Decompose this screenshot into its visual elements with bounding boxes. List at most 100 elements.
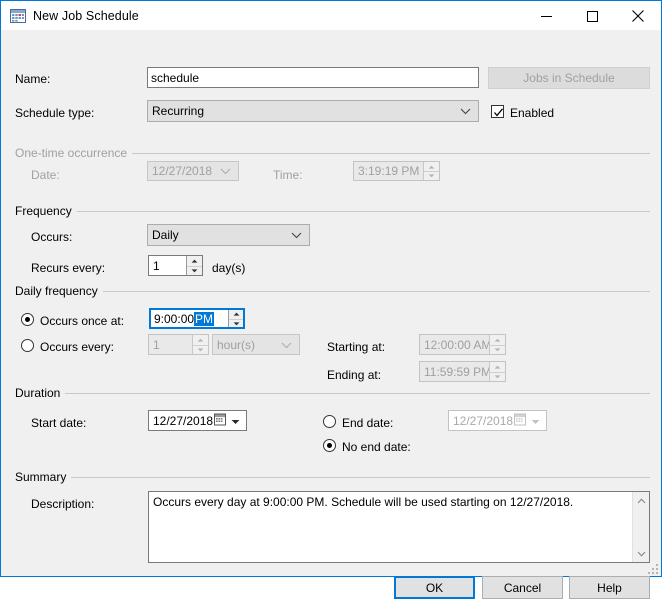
frequency-divider [15, 211, 650, 212]
end-date-radio[interactable] [323, 415, 336, 428]
ok-label: OK [426, 581, 443, 595]
enabled-checkbox[interactable] [491, 105, 504, 118]
schedule-calendar-icon [10, 8, 26, 24]
recurs-every-input[interactable]: 1 [148, 255, 203, 276]
scroll-down-icon[interactable] [633, 545, 650, 562]
spinner-up-icon[interactable] [490, 362, 505, 372]
chevron-down-icon[interactable] [231, 414, 240, 428]
help-label: Help [597, 581, 622, 595]
frequency-group-label: Frequency [15, 204, 77, 218]
enabled-label[interactable]: Enabled [510, 106, 554, 120]
one-time-time-spinner[interactable] [423, 162, 439, 180]
duration-divider [15, 393, 650, 394]
radio-dot [327, 443, 332, 448]
occurs-value: Daily [152, 228, 179, 242]
occurs-every-unit-value: hour(s) [217, 338, 255, 352]
title-bar[interactable]: New Job Schedule [1, 0, 661, 30]
no-end-date-label[interactable]: No end date: [342, 440, 411, 454]
chevron-down-icon[interactable] [531, 414, 540, 428]
one-time-occurrence-group-label: One-time occurrence [15, 146, 132, 160]
resize-grip[interactable] [646, 562, 658, 574]
occurs-select[interactable]: Daily [147, 224, 310, 246]
window-title: New Job Schedule [33, 9, 139, 23]
name-input-value: schedule [151, 72, 199, 84]
start-date-label: Start date: [31, 416, 86, 430]
time-meridiem-selection: PM [194, 312, 214, 326]
schedule-type-label: Schedule type: [15, 106, 94, 120]
occurs-every-radio[interactable] [21, 339, 34, 352]
ok-button[interactable]: OK [394, 576, 475, 599]
recurs-every-spinner[interactable] [186, 256, 202, 275]
schedule-type-select[interactable]: Recurring [147, 100, 479, 122]
new-job-schedule-dialog: New Job Schedule Name: schedule Jobs in … [0, 0, 662, 577]
occurs-once-at-time-input[interactable]: 9:00:00 PM [149, 308, 245, 329]
chevron-down-icon [220, 164, 231, 178]
start-date-value: 12/27/2018 [153, 414, 213, 428]
ending-at-value: 11:59:59 PM [420, 362, 489, 381]
starting-at-value: 12:00:00 AM [420, 335, 489, 354]
daily-frequency-divider [15, 291, 650, 292]
scroll-up-icon[interactable] [633, 492, 650, 509]
start-date-input[interactable]: 12/27/2018 [148, 410, 247, 431]
one-time-time-label: Time: [273, 168, 303, 182]
description-textarea[interactable]: Occurs every day at 9:00:00 PM. Schedule… [148, 491, 650, 563]
occurs-once-at-radio[interactable] [21, 313, 34, 326]
description-label: Description: [31, 497, 94, 511]
summary-divider [15, 477, 650, 478]
spinner-down-icon[interactable] [490, 345, 505, 355]
spinner-up-icon[interactable] [424, 162, 439, 171]
one-time-time-input[interactable]: 3:19:19 PM [353, 161, 440, 181]
spinner-up-icon[interactable] [490, 335, 505, 345]
maximize-icon[interactable] [569, 1, 615, 31]
spinner-down-icon[interactable] [193, 345, 208, 355]
cancel-button[interactable]: Cancel [482, 576, 563, 599]
occurs-every-interval-value: 1 [149, 335, 192, 354]
spinner-down-icon[interactable] [229, 319, 244, 329]
jobs-in-schedule-button[interactable]: Jobs in Schedule [488, 67, 650, 89]
chevron-down-icon [291, 228, 302, 242]
dialog-body: Name: schedule Jobs in Schedule Schedule… [1, 30, 661, 576]
minimize-icon[interactable] [523, 1, 569, 31]
spinner-down-icon[interactable] [187, 266, 202, 276]
ending-at-input[interactable]: 11:59:59 PM [419, 361, 506, 382]
occurs-label: Occurs: [31, 230, 72, 244]
one-time-date-input[interactable]: 12/27/2018 [147, 161, 239, 181]
spinner-down-icon[interactable] [490, 372, 505, 382]
occurs-every-spinner[interactable] [192, 335, 208, 354]
end-date-value: 12/27/2018 [453, 414, 513, 428]
name-input[interactable]: schedule [147, 67, 479, 88]
caption-buttons [523, 1, 661, 31]
daily-frequency-group-label: Daily frequency [15, 284, 103, 298]
spinner-up-icon[interactable] [229, 309, 244, 319]
spinner-down-icon[interactable] [424, 171, 439, 180]
recurs-every-value: 1 [149, 256, 186, 275]
starting-at-input[interactable]: 12:00:00 AM [419, 334, 506, 355]
one-time-time-value: 3:19:19 PM [354, 162, 423, 180]
end-date-label[interactable]: End date: [342, 416, 393, 430]
jobs-in-schedule-label: Jobs in Schedule [523, 71, 614, 85]
chevron-down-icon [281, 338, 292, 352]
radio-dot [25, 317, 30, 322]
end-date-input[interactable]: 12/27/2018 [448, 410, 547, 431]
ending-at-spinner[interactable] [489, 362, 505, 381]
occurs-every-interval-input[interactable]: 1 [148, 334, 209, 355]
calendar-icon [514, 413, 526, 428]
occurs-once-at-spinner[interactable] [228, 309, 244, 328]
spinner-up-icon[interactable] [193, 335, 208, 345]
starting-at-label: Starting at: [327, 340, 385, 354]
occurs-every-label[interactable]: Occurs every: [40, 340, 114, 354]
starting-at-spinner[interactable] [489, 335, 505, 354]
recurs-every-label: Recurs every: [31, 261, 105, 275]
chevron-down-icon [460, 104, 471, 118]
ending-at-label: Ending at: [327, 368, 381, 382]
description-value: Occurs every day at 9:00:00 PM. Schedule… [153, 495, 629, 510]
occurs-once-at-label[interactable]: Occurs once at: [40, 314, 124, 328]
description-scrollbar[interactable] [632, 492, 649, 562]
help-button[interactable]: Help [569, 576, 650, 599]
close-icon[interactable] [615, 1, 661, 31]
spinner-up-icon[interactable] [187, 256, 202, 266]
one-time-date-label: Date: [31, 168, 60, 182]
no-end-date-radio[interactable] [323, 439, 336, 452]
occurs-every-unit-select[interactable]: hour(s) [212, 334, 300, 355]
name-label: Name: [15, 72, 50, 86]
